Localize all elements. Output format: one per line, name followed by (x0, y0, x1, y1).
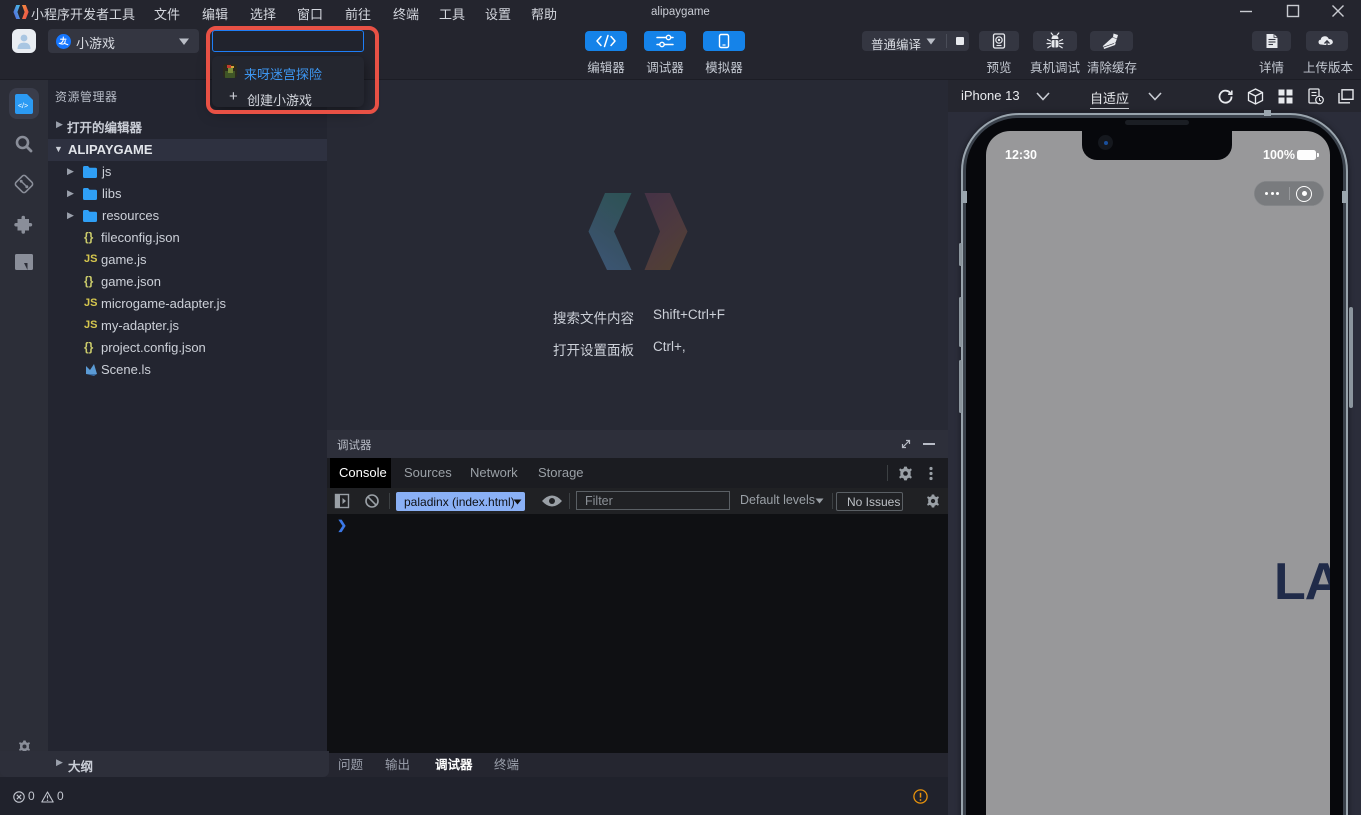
svg-text:</>: </> (18, 103, 28, 110)
